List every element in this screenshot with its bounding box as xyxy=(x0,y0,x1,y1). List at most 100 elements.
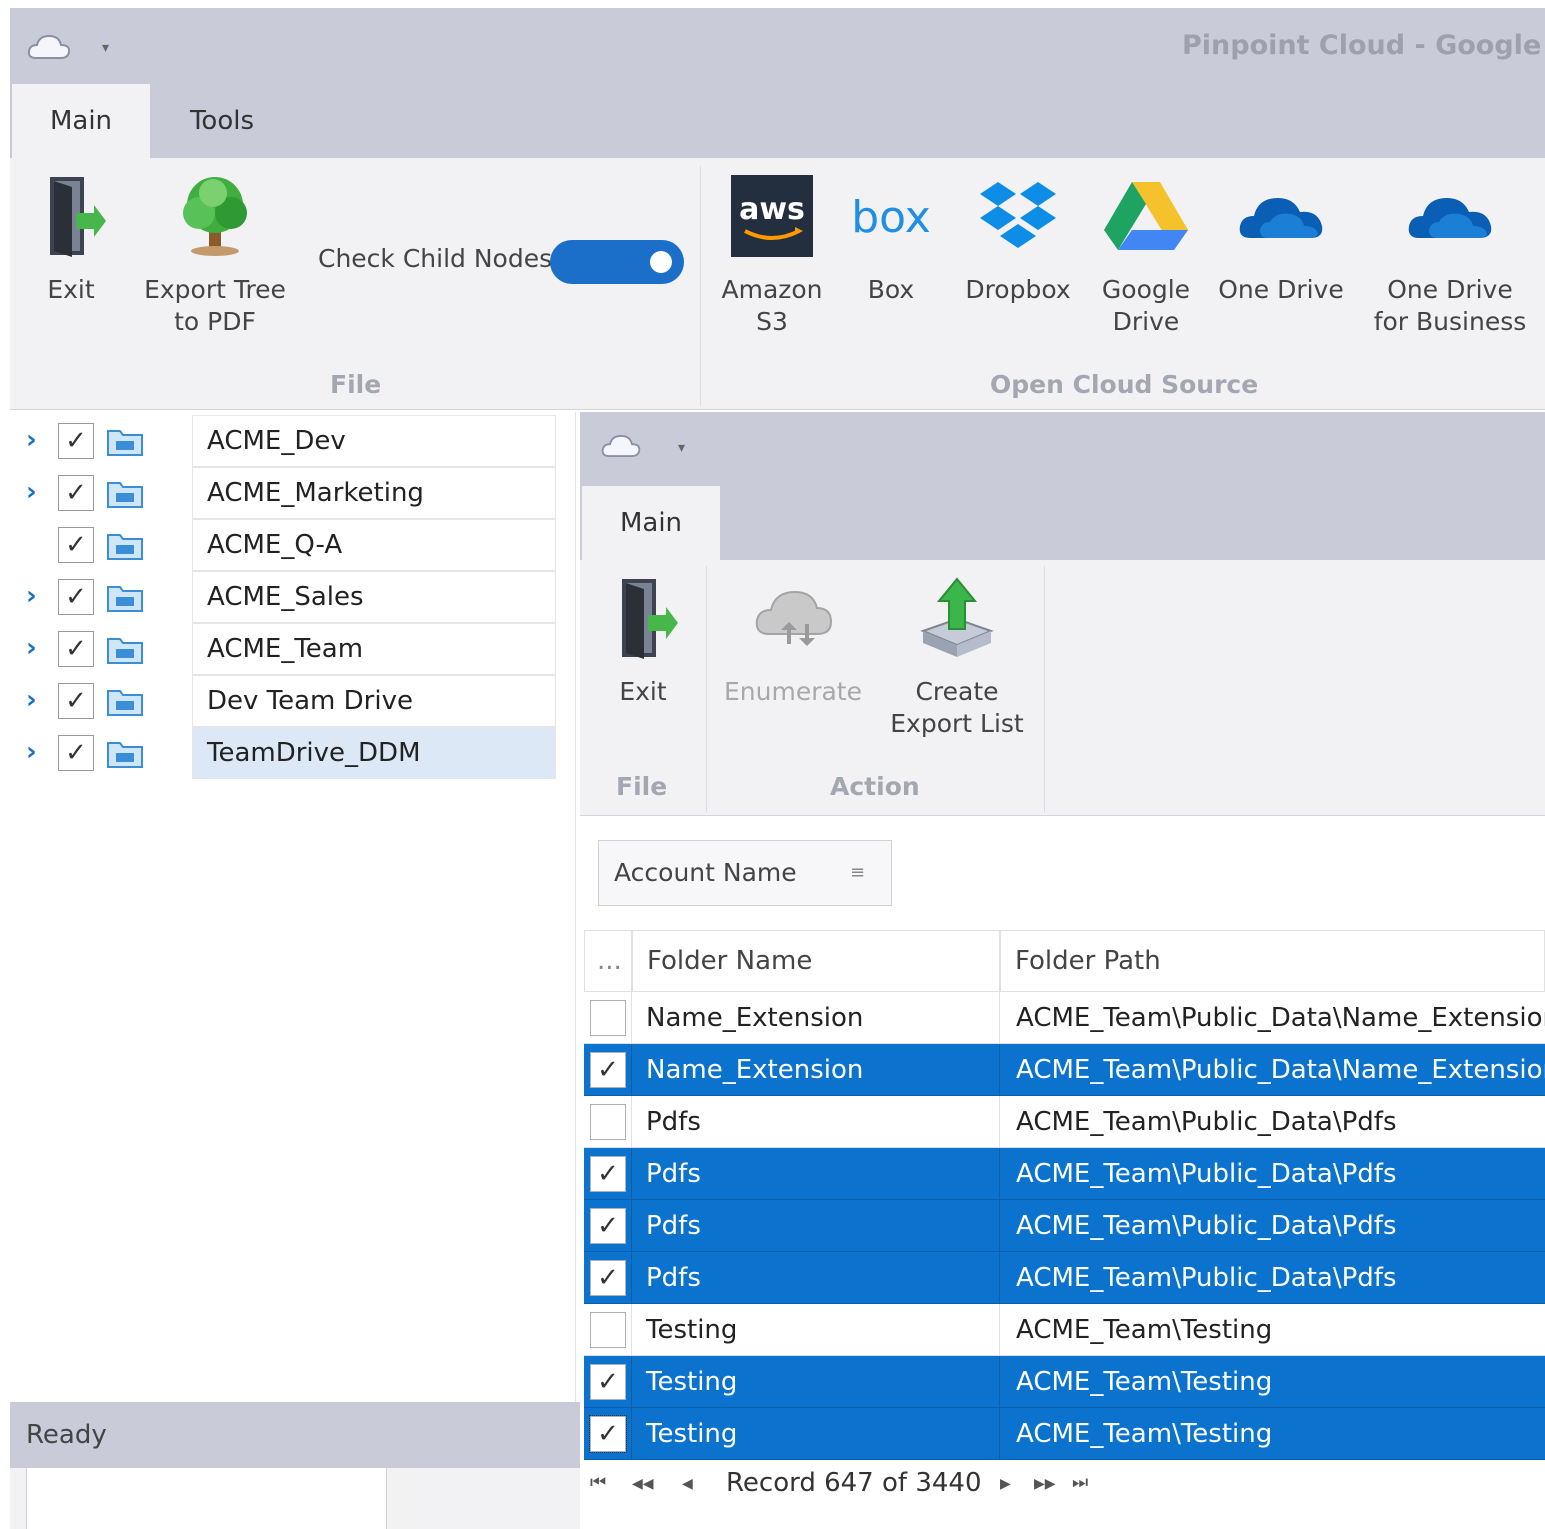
row-checkbox[interactable]: ✓ xyxy=(590,1052,626,1088)
tree-node-checkbox[interactable]: ✓ xyxy=(58,683,94,719)
team-folder-icon xyxy=(107,482,143,508)
export-tree-pdf-button[interactable]: Export Tree to PDF xyxy=(140,168,290,338)
expand-chevron-icon[interactable]: › xyxy=(26,425,37,455)
onedrive-button[interactable]: One Drive xyxy=(1216,168,1346,306)
expand-chevron-icon[interactable]: › xyxy=(26,477,37,507)
column-header-folder-name[interactable]: Folder Name xyxy=(632,930,1000,992)
table-row-selected[interactable]: ✓ Pdfs ACME_Team\Public_Data\Pdfs xyxy=(584,1148,1545,1200)
tree-node[interactable]: ✓ ACME_Q-A xyxy=(10,519,556,571)
team-folder-icon xyxy=(107,690,143,716)
cloud-icon[interactable] xyxy=(600,430,642,462)
enumerate-button[interactable]: Enumerate xyxy=(722,570,864,708)
onedrive-business-button[interactable]: One Drive for Business xyxy=(1370,168,1530,338)
box-button[interactable]: box Box xyxy=(846,168,936,306)
expand-chevron-icon[interactable]: › xyxy=(26,737,37,767)
next-record-icon[interactable]: ▶ xyxy=(1000,1476,1011,1492)
exit-door-icon xyxy=(598,570,688,666)
tree-node-label[interactable]: Dev Team Drive xyxy=(192,675,556,727)
row-checkbox[interactable] xyxy=(590,1104,626,1140)
row-checkbox[interactable]: ✓ xyxy=(590,1364,626,1400)
tree-node-label[interactable]: ACME_Marketing xyxy=(192,467,556,519)
tree-node[interactable]: › ✓ ACME_Dev xyxy=(10,415,556,467)
tab-tools[interactable]: Tools xyxy=(162,84,282,158)
tab-main[interactable]: Main xyxy=(12,84,150,158)
table-row[interactable]: Pdfs ACME_Team\Public_Data\Pdfs xyxy=(584,1096,1545,1148)
tree-node-checkbox[interactable]: ✓ xyxy=(58,475,94,511)
row-checkbox[interactable]: ✓ xyxy=(590,1208,626,1244)
folder-path-cell[interactable]: ACME_Team\Public_Data\Pdfs xyxy=(1000,1148,1545,1200)
previous-page-icon[interactable]: ◀◀ xyxy=(632,1476,654,1492)
folder-path-cell[interactable]: ACME_Team\Testing xyxy=(1000,1408,1545,1460)
export-tree-pdf-label: Export Tree to PDF xyxy=(144,275,286,336)
table-row-selected[interactable]: ✓ Pdfs ACME_Team\Public_Data\Pdfs xyxy=(584,1200,1545,1252)
column-header-folder-path[interactable]: Folder Path xyxy=(1000,930,1545,992)
tree-node-checkbox[interactable]: ✓ xyxy=(58,735,94,771)
expand-chevron-icon[interactable]: › xyxy=(26,581,37,611)
folder-path-cell[interactable]: ACME_Team\Testing xyxy=(1000,1304,1545,1356)
exit-button[interactable]: Exit xyxy=(26,168,116,306)
row-checkbox[interactable] xyxy=(590,1000,626,1036)
quick-access-caret-icon[interactable]: ▾ xyxy=(102,40,109,56)
child-exit-button[interactable]: Exit xyxy=(598,570,688,708)
tree-node-label[interactable]: ACME_Dev xyxy=(192,415,556,467)
tree-node[interactable]: › ✓ ACME_Sales xyxy=(10,571,556,623)
amazon-s3-button[interactable]: aws Amazon S3 xyxy=(721,168,823,338)
cloud-icon[interactable] xyxy=(26,30,72,64)
folder-name-cell[interactable]: Testing xyxy=(632,1304,1000,1356)
tree-node-label[interactable]: ACME_Q-A xyxy=(192,519,556,571)
folder-name-cell[interactable]: Pdfs xyxy=(632,1252,1000,1304)
create-export-list-button[interactable]: Create Export List xyxy=(886,570,1028,740)
folder-path-cell[interactable]: ACME_Team\Public_Data\Pdfs xyxy=(1000,1096,1545,1148)
tree-node-label[interactable]: ACME_Team xyxy=(192,623,556,675)
table-row-selected[interactable]: ✓ Pdfs ACME_Team\Public_Data\Pdfs xyxy=(584,1252,1545,1304)
tree-node-label[interactable]: ACME_Sales xyxy=(192,571,556,623)
folder-name-cell[interactable]: Name_Extension xyxy=(632,992,1000,1044)
vertical-scrollbar[interactable] xyxy=(386,1468,416,1529)
expand-chevron-icon[interactable]: › xyxy=(26,633,37,663)
folder-path-cell[interactable]: ACME_Team\Public_Data\Pdfs xyxy=(1000,1200,1545,1252)
folder-name-cell[interactable]: Pdfs xyxy=(632,1096,1000,1148)
tree-node[interactable]: › ✓ ACME_Team xyxy=(10,623,556,675)
google-drive-button[interactable]: Google Drive xyxy=(1098,168,1194,338)
folder-name-cell[interactable]: Testing xyxy=(632,1356,1000,1408)
next-page-icon[interactable]: ▶▶ xyxy=(1034,1476,1056,1492)
table-row-selected[interactable]: ✓ Testing ACME_Team\Testing xyxy=(584,1408,1545,1460)
tree-node-checkbox[interactable]: ✓ xyxy=(58,579,94,615)
folder-path-cell[interactable]: ACME_Team\Public_Data\Name_Extension xyxy=(1000,1044,1545,1096)
table-row-selected[interactable]: ✓ Testing ACME_Team\Testing xyxy=(584,1356,1545,1408)
folder-name-cell[interactable]: Testing xyxy=(632,1408,1000,1460)
row-checkbox[interactable]: ✓ xyxy=(590,1260,626,1296)
tree-node[interactable]: › ✓ Dev Team Drive xyxy=(10,675,556,727)
quick-access-caret-icon[interactable]: ▾ xyxy=(678,440,685,456)
first-record-icon[interactable]: ⏮ xyxy=(590,1472,606,1493)
folder-name-cell[interactable]: Pdfs xyxy=(632,1200,1000,1252)
folder-path-cell[interactable]: ACME_Team\Testing xyxy=(1000,1356,1545,1408)
row-checkbox[interactable]: ✓ xyxy=(589,1415,627,1453)
sort-ascending-icon[interactable]: ≡ xyxy=(850,862,865,883)
folder-path-cell[interactable]: ACME_Team\Public_Data\Pdfs xyxy=(1000,1252,1545,1304)
bottom-text-field[interactable] xyxy=(26,1468,416,1529)
row-checkbox[interactable] xyxy=(590,1312,626,1348)
folder-name-cell[interactable]: Pdfs xyxy=(632,1148,1000,1200)
table-row-selected[interactable]: ✓ Name_Extension ACME_Team\Public_Data\N… xyxy=(584,1044,1545,1096)
dropbox-button[interactable]: Dropbox xyxy=(960,168,1076,306)
table-row[interactable]: Testing ACME_Team\Testing xyxy=(584,1304,1545,1356)
child-tab-main[interactable]: Main xyxy=(582,486,720,560)
tree-node-checkbox[interactable]: ✓ xyxy=(58,631,94,667)
tree-node-checkbox[interactable]: ✓ xyxy=(58,423,94,459)
folder-path-cell[interactable]: ACME_Team\Public_Data\Name_Extension xyxy=(1000,992,1545,1044)
tree-node[interactable]: › ✓ ACME_Marketing xyxy=(10,467,556,519)
select-column-header[interactable]: ... xyxy=(584,930,632,992)
previous-record-icon[interactable]: ◀ xyxy=(682,1476,693,1492)
last-record-icon[interactable]: ⏭ xyxy=(1072,1472,1088,1493)
expand-chevron-icon[interactable]: › xyxy=(26,685,37,715)
folder-name-cell[interactable]: Name_Extension xyxy=(632,1044,1000,1096)
tree-node-label[interactable]: TeamDrive_DDM xyxy=(192,727,556,779)
table-row[interactable]: Name_Extension ACME_Team\Public_Data\Nam… xyxy=(584,992,1545,1044)
amazon-s3-label: Amazon S3 xyxy=(721,275,823,336)
child-exit-label: Exit xyxy=(619,677,667,706)
tree-node-selected[interactable]: › ✓ TeamDrive_DDM xyxy=(10,727,556,779)
tree-node-checkbox[interactable]: ✓ xyxy=(58,527,94,563)
row-checkbox[interactable]: ✓ xyxy=(590,1156,626,1192)
row-checkbox-cell xyxy=(584,992,632,1044)
